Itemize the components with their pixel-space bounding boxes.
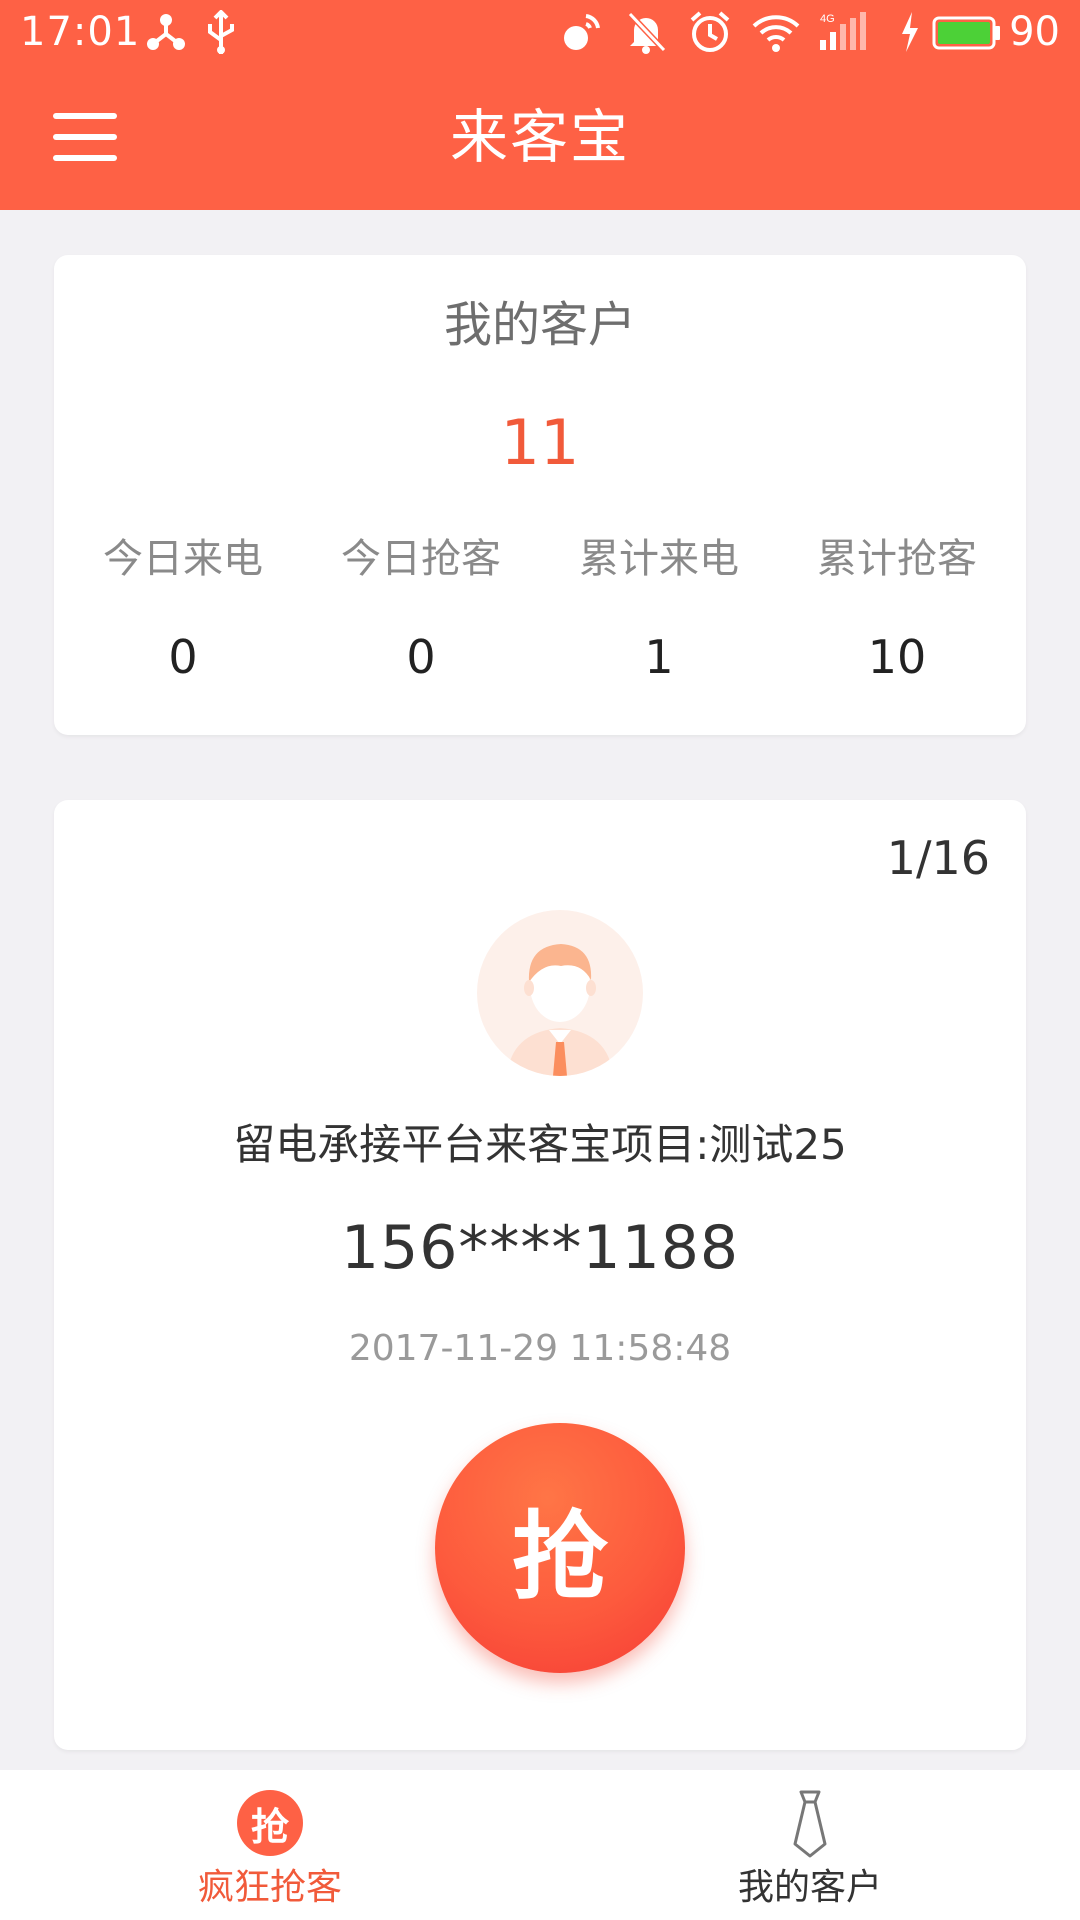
stat-label: 累计来电 — [579, 536, 739, 582]
tie-icon — [793, 1790, 827, 1858]
wifi-icon — [752, 15, 800, 52]
bottom-nav: 抢 疯狂抢客 我的客户 — [0, 1770, 1080, 1920]
cell-signal-icon: 4G — [820, 12, 866, 50]
status-time: 17:01 — [20, 9, 141, 55]
lead-pager: 1/16 — [886, 831, 990, 885]
alarm-icon — [690, 11, 730, 52]
stat-value: 10 — [867, 630, 927, 684]
stat-label: 今日抢客 — [341, 536, 501, 582]
lead-phone: 156****1188 — [340, 1213, 740, 1283]
grab-badge: 抢 — [237, 1790, 303, 1856]
charging-icon — [902, 12, 918, 52]
stat-today-grabs: 今日抢客 0 — [307, 535, 535, 685]
share-icon — [147, 14, 185, 50]
tab-label: 我的客户 — [737, 1867, 882, 1908]
signal-icon — [564, 14, 600, 50]
tab-label: 疯狂抢客 — [197, 1867, 342, 1908]
lead-name: 留电承接平台来客宝项目:测试25 — [233, 1120, 847, 1169]
battery-level: 90 — [1009, 9, 1060, 55]
stat-today-calls: 今日来电 0 — [69, 535, 297, 685]
tab-my-customers[interactable]: 我的客户 — [540, 1770, 1080, 1920]
customer-avatar-icon — [507, 944, 613, 1076]
stat-total-calls: 累计来电 1 — [545, 535, 773, 685]
stats-row: 今日来电 0 今日抢客 0 累计来电 1 累计抢客 10 — [64, 535, 1016, 685]
tab-crazy-grab[interactable]: 抢 疯狂抢客 — [0, 1770, 540, 1920]
my-customers-card[interactable]: 我的客户 11 今日来电 0 今日抢客 0 累计来电 1 累计抢客 10 — [54, 255, 1026, 735]
status-bar: 17:01 4G 90 — [0, 0, 1080, 64]
summary-title: 我的客户 — [443, 297, 636, 353]
usb-icon — [208, 10, 234, 54]
stat-label: 累计抢客 — [817, 536, 977, 582]
stat-total-grabs: 累计抢客 10 — [783, 535, 1011, 685]
app-bar: 来客宝 — [0, 64, 1080, 210]
stat-label: 今日来电 — [103, 536, 263, 582]
grab-icon: 抢 — [235, 1788, 305, 1858]
stat-value: 1 — [644, 630, 674, 684]
customer-total: 11 — [500, 406, 580, 479]
mute-icon — [627, 11, 667, 54]
grab-button[interactable]: 抢 — [435, 1423, 685, 1673]
app-title: 来客宝 — [449, 103, 630, 171]
lead-card: 1/16 留电承接平台来客宝项目:测试25 156****1188 2017-1… — [54, 800, 1026, 1750]
stat-value: 0 — [168, 630, 198, 684]
lead-time: 2017-11-29 11:58:48 — [348, 1328, 732, 1369]
stat-value: 0 — [406, 630, 436, 684]
svg-text:4G: 4G — [820, 13, 835, 25]
avatar — [477, 910, 643, 1076]
battery-icon — [932, 16, 1000, 50]
